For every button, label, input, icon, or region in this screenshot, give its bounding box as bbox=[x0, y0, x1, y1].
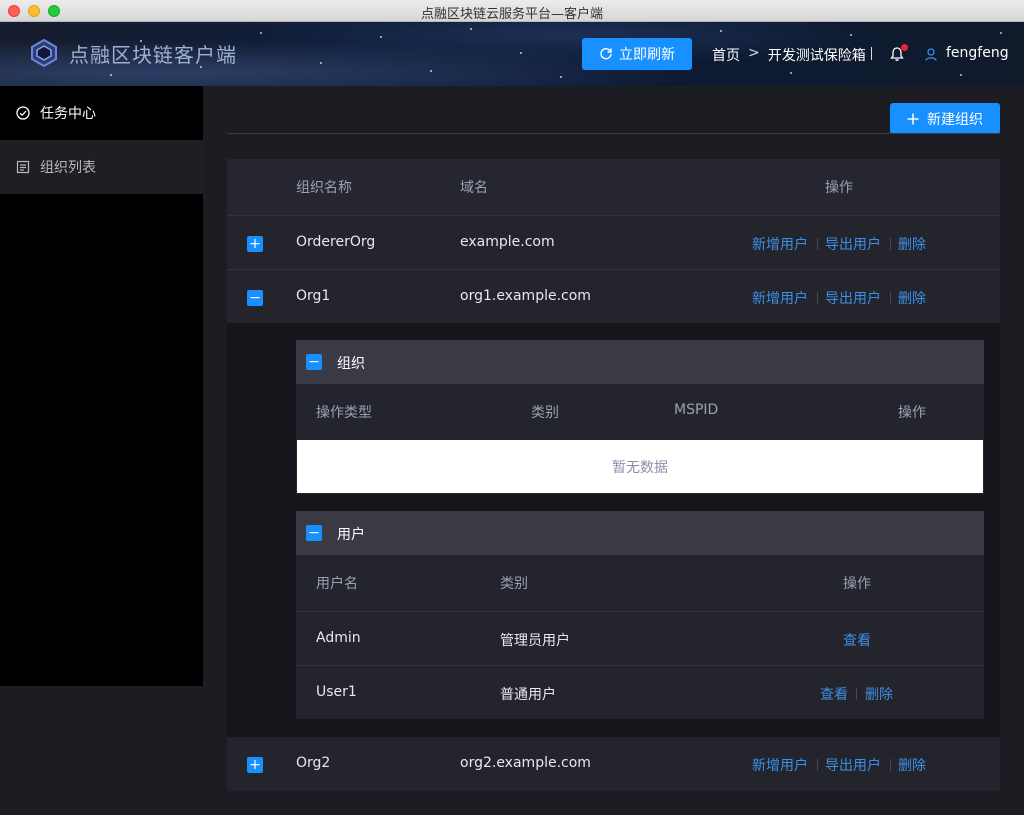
column-header-actions: 操作 bbox=[843, 576, 871, 592]
view-user-link[interactable]: 查看 bbox=[843, 630, 871, 650]
action-divider bbox=[817, 292, 818, 304]
sidebar-item-label: 任务中心 bbox=[40, 106, 96, 122]
username[interactable]: fengfeng bbox=[946, 45, 1009, 61]
sidebar-item-task-center[interactable]: 任务中心 bbox=[0, 86, 203, 140]
add-user-link[interactable]: 新增用户 bbox=[752, 755, 808, 775]
app-name: 点融区块链客户端 bbox=[69, 43, 237, 67]
expand-row-button[interactable]: + bbox=[247, 236, 263, 252]
export-users-link[interactable]: 导出用户 bbox=[825, 288, 881, 308]
delete-org-link[interactable]: 删除 bbox=[898, 288, 926, 308]
delete-org-link[interactable]: 删除 bbox=[898, 234, 926, 254]
org-subpanel: − 组织 操作类型 类别 MSPID 操作 暂无数据 bbox=[296, 340, 984, 494]
action-divider bbox=[890, 292, 891, 304]
org-name: Org2 bbox=[296, 755, 331, 771]
user-subpanel: − 用户 用户名 类别 操作 Admin 管理员用户 查看 User1 普通用户… bbox=[296, 511, 984, 719]
user-type: 管理员用户 bbox=[500, 633, 570, 649]
add-user-link[interactable]: 新增用户 bbox=[752, 288, 808, 308]
table-row: + OrdererOrg example.com 新增用户 导出用户 删除 bbox=[227, 215, 1000, 269]
check-circle-icon bbox=[16, 106, 30, 120]
action-divider bbox=[856, 688, 857, 700]
user-name: Admin bbox=[316, 630, 361, 646]
collapse-panel-button[interactable]: − bbox=[306, 525, 322, 541]
breadcrumb-home[interactable]: 首页 bbox=[712, 45, 740, 65]
sidebar-item-label: 组织列表 bbox=[40, 160, 96, 176]
table-row: Admin 管理员用户 查看 bbox=[296, 611, 984, 665]
refresh-button[interactable]: 立即刷新 bbox=[582, 38, 692, 70]
column-header-domain: 域名 bbox=[460, 180, 488, 196]
app-header: 点融区块链客户端 立即刷新 首页 > 开发测试保险箱 fengfeng bbox=[0, 22, 1024, 86]
refresh-icon bbox=[600, 48, 612, 60]
main-divider bbox=[227, 133, 1000, 134]
user-type: 普通用户 bbox=[500, 687, 556, 703]
user-icon bbox=[925, 48, 937, 61]
export-users-link[interactable]: 导出用户 bbox=[825, 755, 881, 775]
table-row: + Org2 org2.example.com 新增用户 导出用户 删除 bbox=[227, 737, 1000, 791]
org-table-header: 组织名称 域名 操作 bbox=[227, 159, 1000, 215]
user-subpanel-title: 用户 bbox=[337, 527, 365, 543]
org-domain: org1.example.com bbox=[460, 288, 591, 304]
delete-user-link[interactable]: 删除 bbox=[865, 684, 893, 704]
list-icon bbox=[16, 160, 30, 174]
column-header-username: 用户名 bbox=[316, 576, 358, 592]
collapse-panel-button[interactable]: − bbox=[306, 354, 322, 370]
refresh-label: 立即刷新 bbox=[619, 47, 675, 63]
column-header-op-type: 操作类型 bbox=[316, 405, 372, 421]
org-name: Org1 bbox=[296, 288, 331, 304]
delete-org-link[interactable]: 删除 bbox=[898, 755, 926, 775]
org-subpanel-title: 组织 bbox=[337, 356, 365, 372]
column-header-actions: 操作 bbox=[898, 405, 926, 421]
export-users-link[interactable]: 导出用户 bbox=[825, 234, 881, 254]
user-subpanel-header: − 用户 bbox=[296, 511, 984, 555]
empty-state: 暂无数据 bbox=[297, 440, 983, 493]
notification-dot bbox=[901, 44, 908, 51]
action-divider bbox=[817, 759, 818, 771]
column-header-category: 类别 bbox=[531, 405, 559, 421]
table-row: User1 普通用户 查看 删除 bbox=[296, 665, 984, 719]
header-divider bbox=[871, 47, 872, 60]
collapse-row-button[interactable]: − bbox=[247, 290, 263, 306]
window-title: 点融区块链云服务平台—客户端 bbox=[420, 7, 603, 22]
sidebar: 任务中心 组织列表 bbox=[0, 86, 203, 686]
column-header-actions: 操作 bbox=[825, 180, 853, 196]
breadcrumb: 首页 > 开发测试保险箱 bbox=[712, 45, 866, 65]
logo-icon bbox=[31, 38, 57, 68]
org-subpanel-header: − 组织 bbox=[296, 340, 984, 384]
expand-row-button[interactable]: + bbox=[247, 757, 263, 773]
column-header-org-name: 组织名称 bbox=[296, 180, 352, 196]
plus-icon bbox=[907, 113, 919, 124]
action-divider bbox=[817, 238, 818, 250]
breadcrumb-current[interactable]: 开发测试保险箱 bbox=[768, 45, 866, 65]
add-user-link[interactable]: 新增用户 bbox=[752, 234, 808, 254]
org-domain: example.com bbox=[460, 234, 555, 250]
org-domain: org2.example.com bbox=[460, 755, 591, 771]
column-header-mspid: MSPID bbox=[674, 402, 719, 418]
new-org-label: 新建组织 bbox=[927, 111, 983, 128]
column-header-category: 类别 bbox=[500, 576, 528, 592]
action-divider bbox=[890, 238, 891, 250]
sidebar-item-org-list[interactable]: 组织列表 bbox=[0, 140, 203, 194]
window-titlebar: 点融区块链云服务平台—客户端 bbox=[0, 0, 1024, 22]
action-divider bbox=[890, 759, 891, 771]
org-name: OrdererOrg bbox=[296, 234, 376, 250]
table-row: − Org1 org1.example.com 新增用户 导出用户 删除 bbox=[227, 269, 1000, 323]
new-org-button[interactable]: 新建组织 bbox=[890, 103, 1000, 134]
user-name: User1 bbox=[316, 684, 357, 700]
view-user-link[interactable]: 查看 bbox=[820, 684, 848, 704]
empty-text: 暂无数据 bbox=[612, 459, 668, 476]
breadcrumb-separator: > bbox=[748, 45, 760, 61]
